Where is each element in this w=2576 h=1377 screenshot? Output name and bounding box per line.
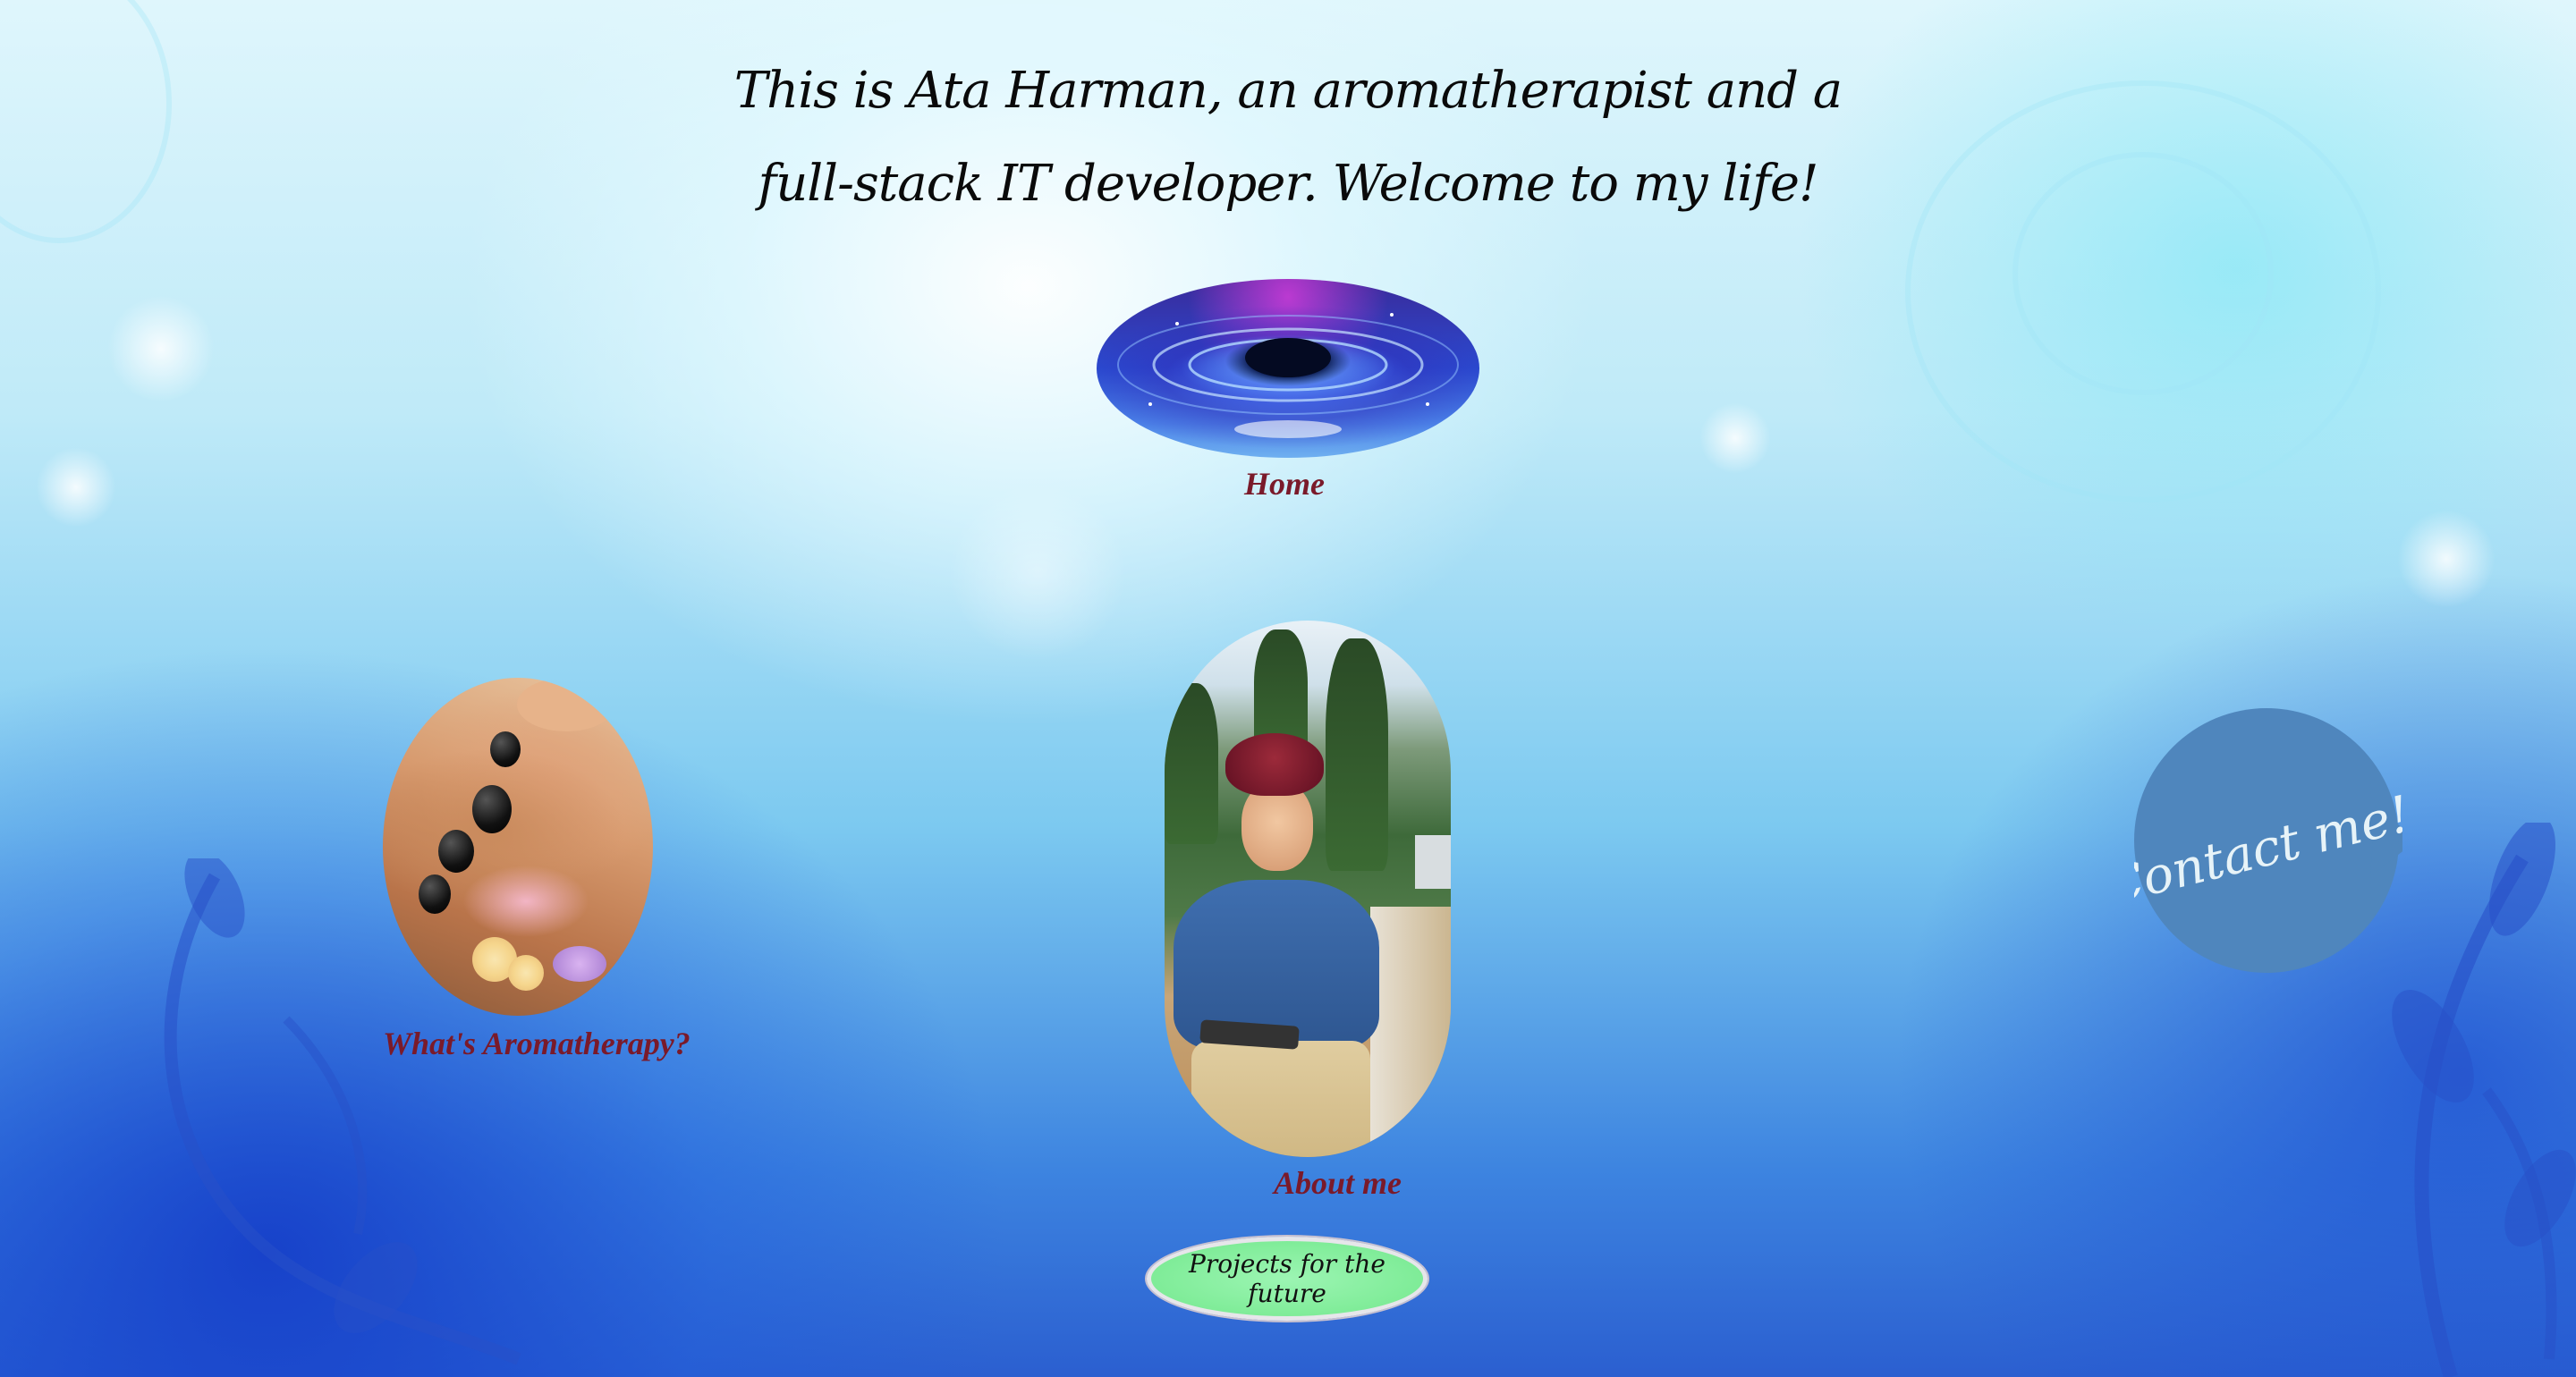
- contact-speech-bubble[interactable]: Contact me!: [2134, 706, 2402, 975]
- house: [1415, 835, 1451, 889]
- background-glow: [1699, 402, 1771, 474]
- background-swirl: [2012, 152, 2274, 395]
- aromatherapy-label[interactable]: What's Aromatherapy?: [383, 1025, 691, 1062]
- aromatherapy-massage-image[interactable]: [383, 678, 653, 1016]
- background-glow: [2397, 510, 2496, 608]
- hot-stone: [419, 874, 451, 914]
- background-glow: [107, 295, 215, 402]
- tree: [1165, 683, 1218, 844]
- about-label[interactable]: About me: [1274, 1164, 1402, 1202]
- background-swirl: [0, 0, 172, 243]
- candle: [553, 946, 606, 982]
- galaxy-rings: [1117, 313, 1459, 438]
- person-legs: [1191, 1041, 1370, 1157]
- massage-hand: [517, 678, 615, 731]
- home-label[interactable]: Home: [1244, 465, 1325, 503]
- flower: [508, 955, 544, 991]
- home-galaxy-image[interactable]: [1097, 279, 1479, 458]
- hot-stone: [438, 830, 474, 873]
- about-portrait-image[interactable]: [1165, 621, 1451, 1157]
- tree: [1326, 638, 1388, 871]
- background-glow: [948, 483, 1127, 662]
- background-glow: [36, 447, 116, 528]
- page-headline: This is Ata Harman, an aromatherapist an…: [733, 62, 1843, 213]
- hot-stone: [490, 731, 521, 767]
- balcony-wall: [1370, 907, 1451, 1157]
- hot-stone: [472, 785, 512, 833]
- person-hat: [1225, 733, 1324, 796]
- projects-button[interactable]: Projects for the future: [1147, 1237, 1428, 1321]
